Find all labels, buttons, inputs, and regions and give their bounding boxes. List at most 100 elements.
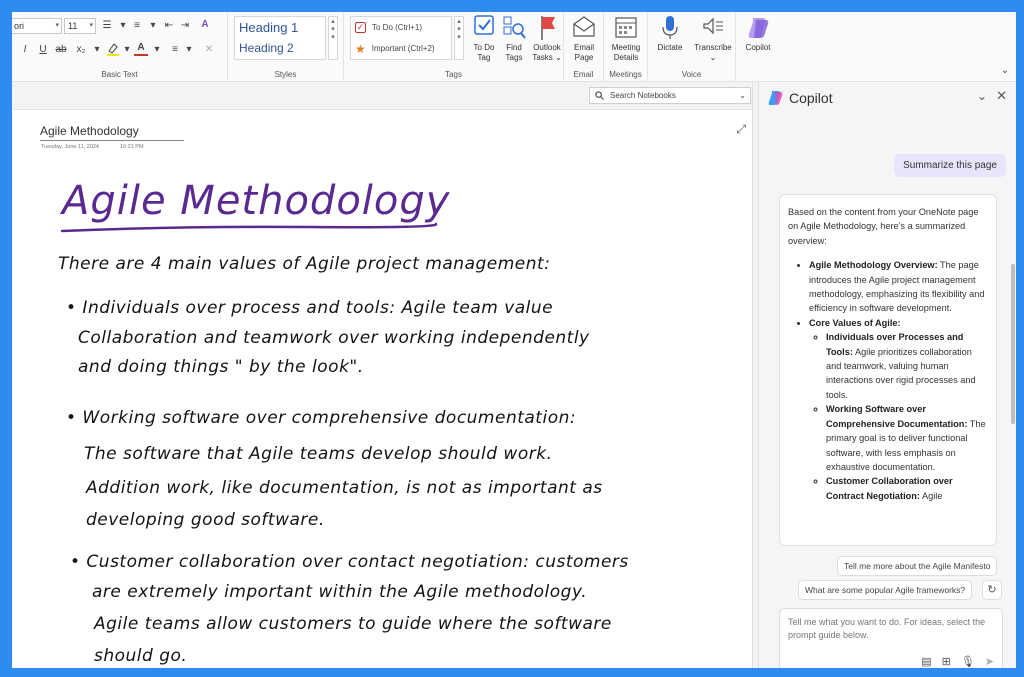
- notebook-icon[interactable]: ▤: [921, 656, 931, 668]
- value-title: Working Software over Comprehensive Docu…: [826, 404, 968, 429]
- align-dropdown-icon[interactable]: ▾: [182, 43, 196, 57]
- email-page-button[interactable]: Email Page: [562, 14, 606, 63]
- close-icon[interactable]: ✕: [996, 88, 1007, 104]
- subscript-icon[interactable]: x₂: [74, 43, 88, 57]
- decrease-indent-icon[interactable]: ⇤: [162, 19, 176, 33]
- tag-important-label: Important (Ctrl+2): [371, 44, 435, 53]
- copilot-group: Copilot: [736, 12, 780, 82]
- dictate-label: Dictate: [657, 43, 683, 52]
- page-time: 10:21 PM: [120, 144, 144, 150]
- user-message: Summarize this page: [894, 154, 1006, 177]
- ribbon: ori ▾ 11 ▾ ☰ ▾ ≡ ▾ ⇤ ⇥ A I U ab x₂ ▾ ▾ A ▾…: [12, 12, 1016, 82]
- copilot-icon: [748, 18, 769, 38]
- email-label: Email: [573, 70, 594, 79]
- core-values-title: Core Values of Agile:: [809, 317, 901, 328]
- voice-group: Dictate Transcribe ⌄ Voice: [648, 12, 736, 82]
- italic-icon[interactable]: I: [18, 43, 32, 57]
- tag-todo-label: To Do (Ctrl+1): [372, 23, 423, 32]
- style-heading-1[interactable]: Heading 1: [235, 17, 325, 37]
- list-item: Customer Collaboration over Contract Neg…: [826, 474, 988, 503]
- outlook-tasks-label-1: Outlook: [533, 43, 561, 52]
- email-page-label-1: Email: [573, 43, 594, 52]
- highlight-dropdown-icon[interactable]: ▾: [120, 43, 134, 57]
- notebook-page: Search Notebooks ⌄ ⤢ Agile Methodology T…: [12, 82, 752, 668]
- font-size-value: 11: [68, 21, 78, 31]
- bullets-dropdown-icon[interactable]: ▾: [116, 19, 130, 33]
- copilot-response: Based on the content from your OneNote p…: [779, 194, 997, 546]
- ink-line: • Customer collaboration over contact ne…: [70, 552, 629, 572]
- tags-label: Tags: [445, 70, 462, 79]
- basic-text-group: ori ▾ 11 ▾ ☰ ▾ ≡ ▾ ⇤ ⇥ A I U ab x₂ ▾ ▾ A ▾…: [12, 12, 228, 82]
- meeting-details-button[interactable]: Meeting Details: [604, 14, 648, 63]
- align-icon[interactable]: ≡: [168, 43, 182, 57]
- styles-label: Styles: [274, 70, 297, 79]
- meetings-group: Meeting Details Meetings: [604, 12, 648, 82]
- title-underline: [40, 140, 184, 141]
- ink-line: The software that Agile teams develop sh…: [84, 444, 553, 464]
- styles-group: Heading 1 Heading 2 ▴ ▾ ▾ Styles: [228, 12, 344, 82]
- ink-line: should go.: [94, 646, 188, 666]
- chevron-down-icon[interactable]: ⌄: [739, 88, 746, 103]
- star-icon: ★: [355, 41, 366, 56]
- page-title[interactable]: Agile Methodology: [40, 124, 139, 138]
- prompt-actions: ▤ ⊞ 🎙 ➤: [921, 656, 994, 668]
- dictate-button[interactable]: Dictate: [648, 14, 692, 53]
- expand-icon[interactable]: ⤢: [736, 122, 746, 137]
- font-name-combo[interactable]: ori ▾: [12, 18, 62, 34]
- chevron-down-icon: ▾: [55, 22, 59, 29]
- copilot-prompt-input[interactable]: Tell me what you want to do. For ideas, …: [779, 608, 1003, 668]
- chevron-down-icon: ▾: [89, 22, 93, 29]
- outlook-tasks-button[interactable]: Outlook Tasks ⌄: [530, 14, 564, 63]
- tag-important[interactable]: ★ Important (Ctrl+2): [351, 38, 451, 59]
- meetings-label: Meetings: [609, 70, 642, 79]
- microphone-icon[interactable]: 🎙: [961, 656, 975, 668]
- page-date: Tuesday, June 11, 2024: [41, 144, 99, 150]
- increase-indent-icon[interactable]: ⇥: [178, 19, 192, 33]
- suggestion-chip[interactable]: What are some popular Agile frameworks?: [798, 580, 973, 600]
- numbering-dropdown-icon[interactable]: ▾: [146, 19, 160, 33]
- styles-scroll[interactable]: ▴ ▾ ▾: [328, 16, 338, 60]
- find-tags-button[interactable]: Find Tags: [496, 14, 532, 63]
- font-color-icon[interactable]: A: [134, 41, 148, 56]
- strikethrough-icon[interactable]: ab: [54, 43, 68, 57]
- suggestion-chip[interactable]: Tell me more about the Agile Manifesto: [837, 556, 998, 576]
- microphone-icon: [662, 16, 678, 39]
- value-text: Agile: [921, 490, 943, 501]
- search-notebooks-input[interactable]: Search Notebooks ⌄: [589, 87, 751, 104]
- clear-formatting-icon[interactable]: ✕: [202, 43, 216, 57]
- search-placeholder: Search Notebooks: [610, 91, 676, 100]
- font-color-dropdown-icon[interactable]: ▾: [150, 43, 164, 57]
- numbering-icon[interactable]: ≡: [130, 19, 144, 33]
- find-tags-icon: [503, 16, 526, 39]
- copilot-title: Copilot: [789, 90, 833, 106]
- subscript-dropdown-icon[interactable]: ▾: [90, 43, 104, 57]
- ink-line: and doing things " by the look".: [78, 357, 364, 377]
- ribbon-collapse-icon[interactable]: ⌄: [998, 64, 1012, 78]
- tags-gallery: ✓ To Do (Ctrl+1) ★ Important (Ctrl+2): [350, 16, 452, 60]
- ink-title: Agile Methodology: [62, 178, 451, 224]
- copilot-ribbon-button[interactable]: Copilot: [736, 14, 780, 53]
- copilot-scrollbar[interactable]: [1011, 264, 1015, 424]
- underline-icon[interactable]: U: [36, 43, 50, 57]
- style-heading-2[interactable]: Heading 2: [235, 37, 325, 57]
- voice-label: Voice: [681, 70, 702, 79]
- refresh-icon[interactable]: ↻: [982, 580, 1002, 600]
- transcribe-label: Transcribe: [694, 43, 732, 52]
- transcribe-button[interactable]: Transcribe ⌄: [690, 14, 736, 63]
- font-size-combo[interactable]: 11 ▾: [64, 18, 96, 34]
- list-item: Agile Methodology Overview: The page int…: [809, 258, 988, 316]
- send-icon[interactable]: ➤: [985, 656, 994, 668]
- bullets-icon[interactable]: ☰: [100, 19, 114, 33]
- chevron-down-icon[interactable]: ⌄: [977, 89, 987, 103]
- prompt-guide-icon[interactable]: ⊞: [942, 656, 951, 668]
- tag-todo[interactable]: ✓ To Do (Ctrl+1): [351, 17, 451, 38]
- outlook-tasks-label-2: Tasks ⌄: [532, 53, 562, 62]
- list-item: Individuals over Processes and Tools: Ag…: [826, 330, 988, 402]
- ink-line: Agile teams allow customers to guide whe…: [94, 614, 612, 634]
- highlight-icon[interactable]: [106, 42, 120, 56]
- copilot-logo-icon: [768, 91, 783, 105]
- styles-format-icon[interactable]: A: [198, 18, 212, 32]
- page-toolbar: Search Notebooks ⌄: [12, 82, 752, 110]
- chevron-down-icon: ⌄: [709, 53, 717, 62]
- email-page-label-2: Page: [574, 53, 594, 62]
